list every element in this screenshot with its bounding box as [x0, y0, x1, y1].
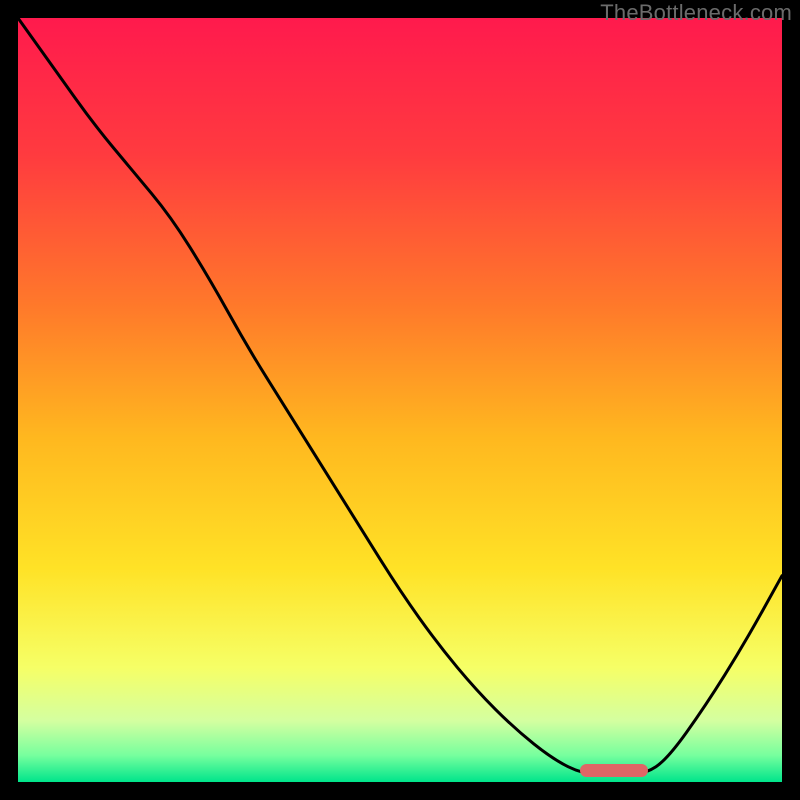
chart-frame: TheBottleneck.com [0, 0, 800, 800]
optimal-marker [580, 764, 649, 778]
gradient-background [18, 18, 782, 782]
chart-svg [18, 18, 782, 782]
watermark-text: TheBottleneck.com [600, 0, 792, 26]
chart-plot-area [18, 18, 782, 782]
